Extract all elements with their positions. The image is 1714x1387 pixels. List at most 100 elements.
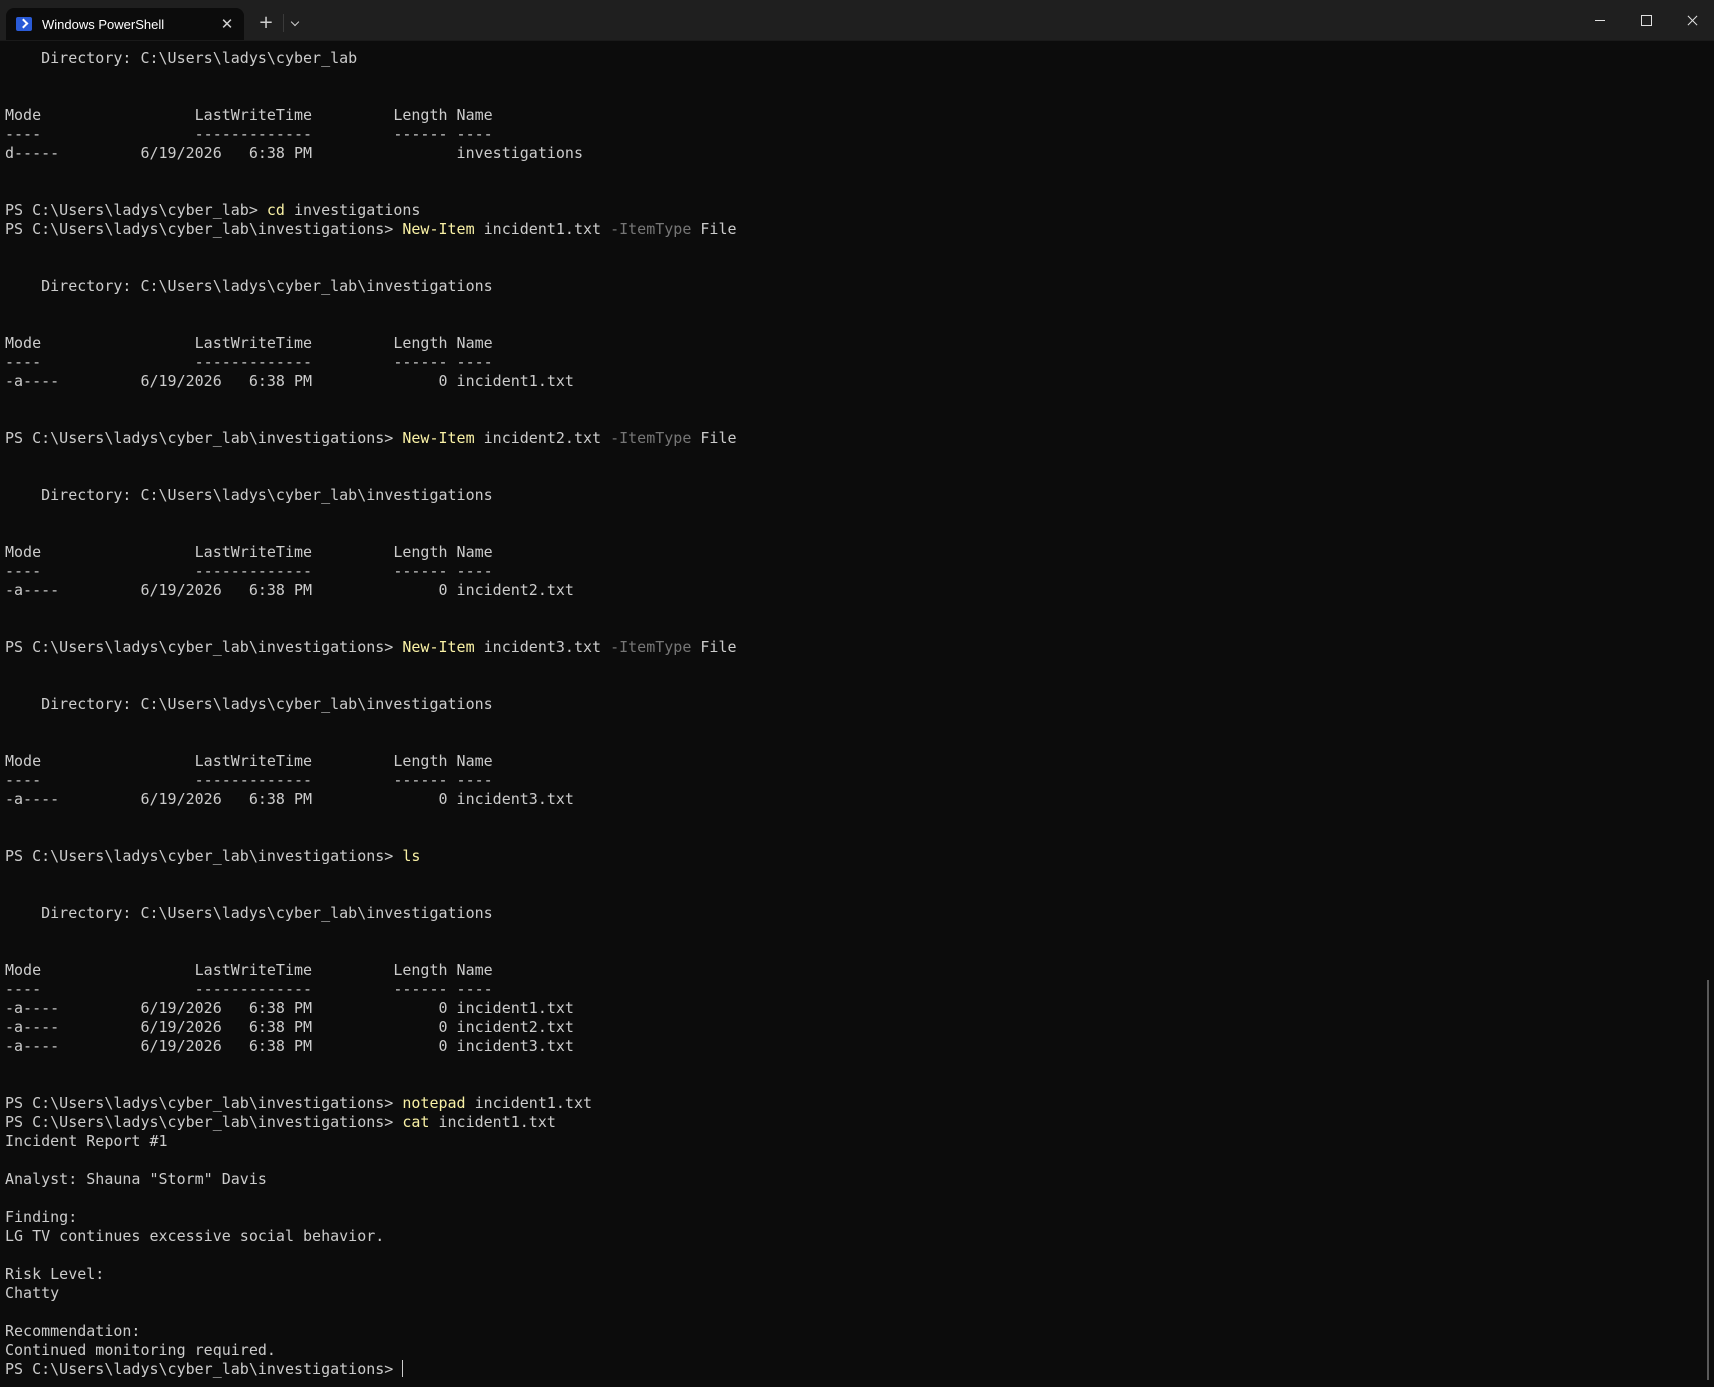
terminal-line: -a---- 6/19/2026 6:38 PM 0 incident2.txt <box>5 581 1695 600</box>
tab-separator <box>283 14 284 32</box>
text-segment: Directory: C:\Users\ladys\cyber_lab\inve… <box>5 695 493 713</box>
maximize-button[interactable] <box>1623 0 1669 40</box>
text-segment: -a---- 6/19/2026 6:38 PM 0 incident3.txt <box>5 790 574 808</box>
terminal-line: PS C:\Users\ladys\cyber_lab\investigatio… <box>5 220 1695 239</box>
text-segment: PS C:\Users\ladys\cyber_lab\investigatio… <box>5 1360 403 1378</box>
text-segment: Mode LastWriteTime Length Name <box>5 961 493 979</box>
tab-windows-powershell[interactable]: Windows PowerShell ✕ <box>6 8 244 40</box>
command-token: ls <box>402 847 421 865</box>
scrollbar[interactable] <box>1707 980 1709 1380</box>
text-segment: d----- 6/19/2026 6:38 PM investigations <box>5 144 583 162</box>
tab-title: Windows PowerShell <box>42 16 165 32</box>
terminal-line: Mode LastWriteTime Length Name <box>5 961 1695 980</box>
text-segment: Analyst: Shauna "Storm" Davis <box>5 1170 267 1188</box>
terminal-line: ---- ------------- ------ ---- <box>5 353 1695 372</box>
terminal-line: Risk Level: <box>5 1265 1695 1284</box>
text-segment: ---- ------------- ------ ---- <box>5 771 493 789</box>
text-segment: PS C:\Users\ladys\cyber_lab\investigatio… <box>5 220 403 238</box>
text-segment: Mode LastWriteTime Length Name <box>5 106 493 124</box>
text-segment: PS C:\Users\ladys\cyber_lab\investigatio… <box>5 638 403 656</box>
parameter-token: -ItemType <box>610 429 692 447</box>
text-segment: File <box>691 638 737 656</box>
text-segment: Incident Report #1 <box>5 1132 168 1150</box>
parameter-token: -ItemType <box>610 638 692 656</box>
text-segment: Mode LastWriteTime Length Name <box>5 334 493 352</box>
terminal-line: -a---- 6/19/2026 6:38 PM 0 incident1.txt <box>5 999 1695 1018</box>
text-segment: PS C:\Users\ladys\cyber_lab\investigatio… <box>5 429 403 447</box>
parameter-token: -ItemType <box>610 220 692 238</box>
terminal-line: -a---- 6/19/2026 6:38 PM 0 incident3.txt <box>5 1037 1695 1056</box>
text-segment: Continued monitoring required. <box>5 1341 276 1359</box>
text-segment: Directory: C:\Users\ladys\cyber_lab\inve… <box>5 486 493 504</box>
terminal-line: Directory: C:\Users\ladys\cyber_lab\inve… <box>5 904 1695 923</box>
text-segment: Risk Level: <box>5 1265 105 1283</box>
terminal-line: PS C:\Users\ladys\cyber_lab\investigatio… <box>5 1094 1695 1113</box>
terminal-line: Mode LastWriteTime Length Name <box>5 543 1695 562</box>
text-segment: incident1.txt <box>474 220 611 238</box>
terminal-line: d----- 6/19/2026 6:38 PM investigations <box>5 144 1695 163</box>
terminal-line: Mode LastWriteTime Length Name <box>5 106 1695 125</box>
terminal-line: -a---- 6/19/2026 6:38 PM 0 incident3.txt <box>5 790 1695 809</box>
text-segment: incident1.txt <box>429 1113 556 1131</box>
text-segment: Mode LastWriteTime Length Name <box>5 543 493 561</box>
chevron-down-icon[interactable] <box>288 10 304 36</box>
text-segment: ---- ------------- ------ ---- <box>5 562 493 580</box>
new-tab-button[interactable]: + <box>256 10 276 36</box>
command-token: cat <box>402 1113 430 1131</box>
command-token: New-Item <box>402 638 475 656</box>
terminal-line: ---- ------------- ------ ---- <box>5 980 1695 999</box>
terminal-line: Finding: <box>5 1208 1695 1227</box>
terminal-line: PS C:\Users\ladys\cyber_lab\investigatio… <box>5 1360 1695 1379</box>
text-segment: -a---- 6/19/2026 6:38 PM 0 incident2.txt <box>5 581 574 599</box>
terminal-line: PS C:\Users\ladys\cyber_lab\investigatio… <box>5 847 1695 866</box>
text-segment: File <box>691 220 737 238</box>
text-segment: LG TV continues excessive social behavio… <box>5 1227 385 1245</box>
text-segment: Finding: <box>5 1208 78 1226</box>
text-segment: PS C:\Users\ladys\cyber_lab\investigatio… <box>5 1094 403 1112</box>
terminal-line: Incident Report #1 <box>5 1132 1695 1151</box>
text-segment: Chatty <box>5 1284 60 1302</box>
command-token: New-Item <box>402 220 475 238</box>
terminal-line: PS C:\Users\ladys\cyber_lab\investigatio… <box>5 429 1695 448</box>
terminal-line: PS C:\Users\ladys\cyber_lab\investigatio… <box>5 638 1695 657</box>
text-cursor <box>402 1360 404 1377</box>
command-token: notepad <box>402 1094 466 1112</box>
close-tab-icon[interactable]: ✕ <box>218 15 236 33</box>
text-segment: Mode LastWriteTime Length Name <box>5 752 493 770</box>
terminal-line: Directory: C:\Users\ladys\cyber_lab\inve… <box>5 277 1695 296</box>
terminal-line: Directory: C:\Users\ladys\cyber_lab\inve… <box>5 486 1695 505</box>
minimize-button[interactable] <box>1577 0 1623 40</box>
text-segment: Directory: C:\Users\ladys\cyber_lab <box>5 49 358 67</box>
terminal-line: Mode LastWriteTime Length Name <box>5 334 1695 353</box>
close-window-button[interactable] <box>1669 0 1714 40</box>
terminal-line: -a---- 6/19/2026 6:38 PM 0 incident1.txt <box>5 372 1695 391</box>
powershell-icon <box>16 17 32 31</box>
text-segment: ---- ------------- ------ ---- <box>5 353 493 371</box>
terminal-line: LG TV continues excessive social behavio… <box>5 1227 1695 1246</box>
terminal-output[interactable]: Directory: C:\Users\ladys\cyber_lab Mode … <box>5 49 1695 1387</box>
text-segment: ---- ------------- ------ ---- <box>5 125 493 143</box>
